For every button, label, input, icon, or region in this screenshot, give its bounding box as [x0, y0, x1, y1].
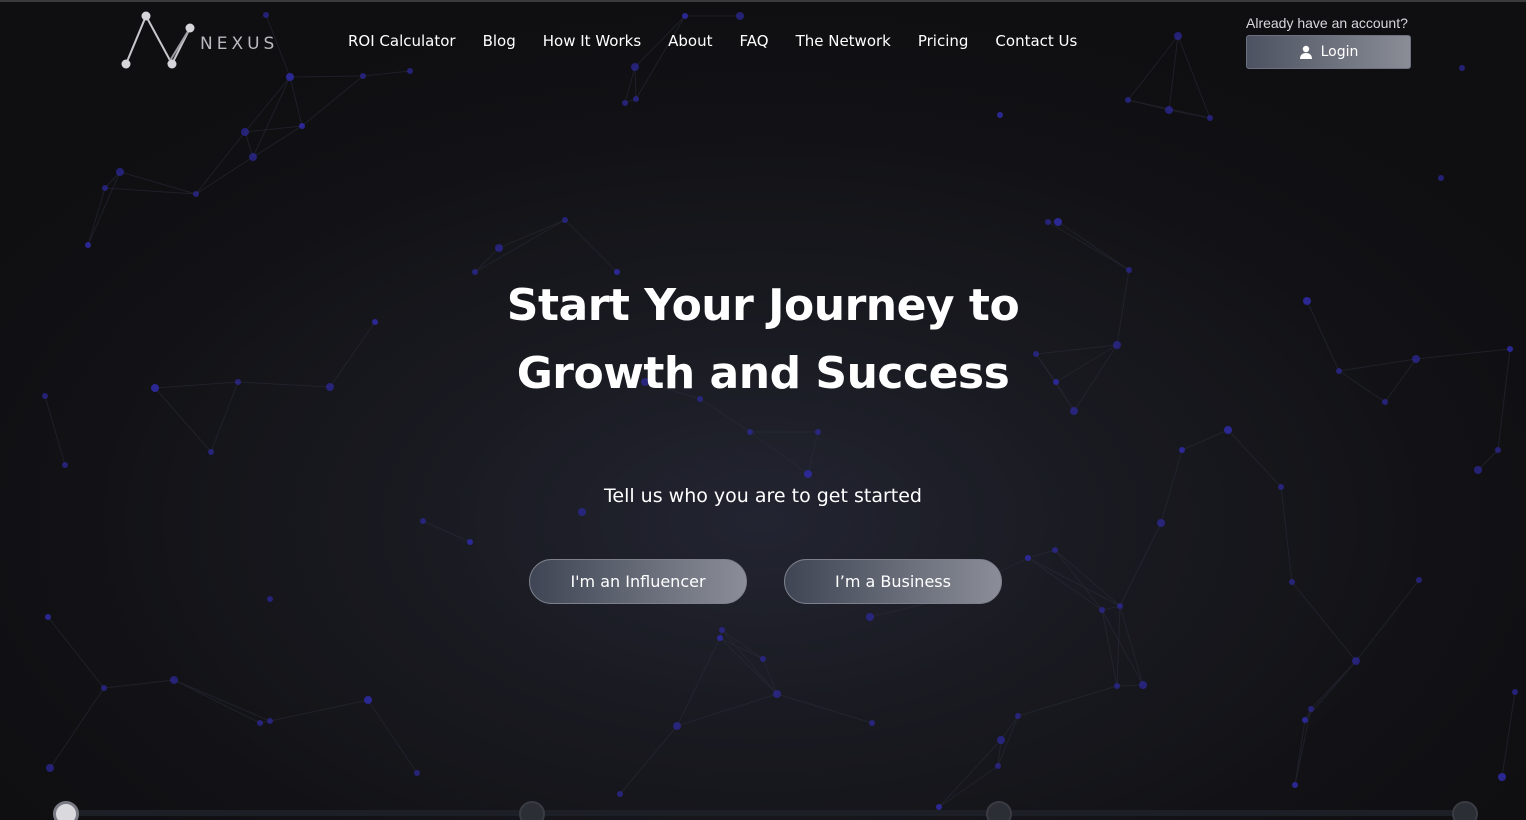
influencer-button[interactable]: I'm an Influencer: [529, 559, 747, 604]
nav-item-faq[interactable]: FAQ: [740, 32, 769, 50]
login-button[interactable]: Login: [1246, 35, 1411, 69]
nav-item-blog[interactable]: Blog: [483, 32, 516, 50]
nav-item-how-it-works[interactable]: How It Works: [543, 32, 641, 50]
hero-title-line-1: Start Your Journey to: [506, 280, 1020, 331]
nav-item-pricing[interactable]: Pricing: [918, 32, 969, 50]
progress-track: [60, 810, 1472, 816]
progress-step-1[interactable]: [53, 801, 79, 820]
network-background: [42, 12, 1518, 810]
brand-name: NEXUS: [200, 34, 279, 54]
login-label: Login: [1320, 44, 1359, 60]
hero-title-line-2: Growth and Success: [516, 348, 1010, 399]
account-prompt: Already have an account?: [1246, 15, 1408, 31]
nav-item-the-network[interactable]: The Network: [796, 32, 891, 50]
progress-step-3[interactable]: [986, 801, 1012, 820]
nav-item-contact-us[interactable]: Contact Us: [995, 32, 1077, 50]
main-nav: ROI Calculator Blog How It Works About F…: [348, 32, 1104, 50]
account-section: Already have an account? Login: [1246, 15, 1411, 69]
progress-step-4[interactable]: [1452, 801, 1478, 820]
nexus-logo[interactable]: NEXUS: [118, 10, 288, 72]
nav-item-roi-calculator[interactable]: ROI Calculator: [348, 32, 456, 50]
progress-step-2[interactable]: [519, 801, 545, 820]
landing-page: NEXUS ROI Calculator Blog How It Works A…: [0, 0, 1526, 820]
hero-subtitle: Tell us who you are to get started: [604, 485, 922, 507]
user-icon: [1299, 45, 1312, 59]
nav-item-about[interactable]: About: [668, 32, 712, 50]
nexus-logo-icon: [121, 11, 195, 69]
business-button[interactable]: I’m a Business: [784, 559, 1002, 604]
hero-title: Start Your Journey to Growth and Success: [463, 272, 1063, 408]
